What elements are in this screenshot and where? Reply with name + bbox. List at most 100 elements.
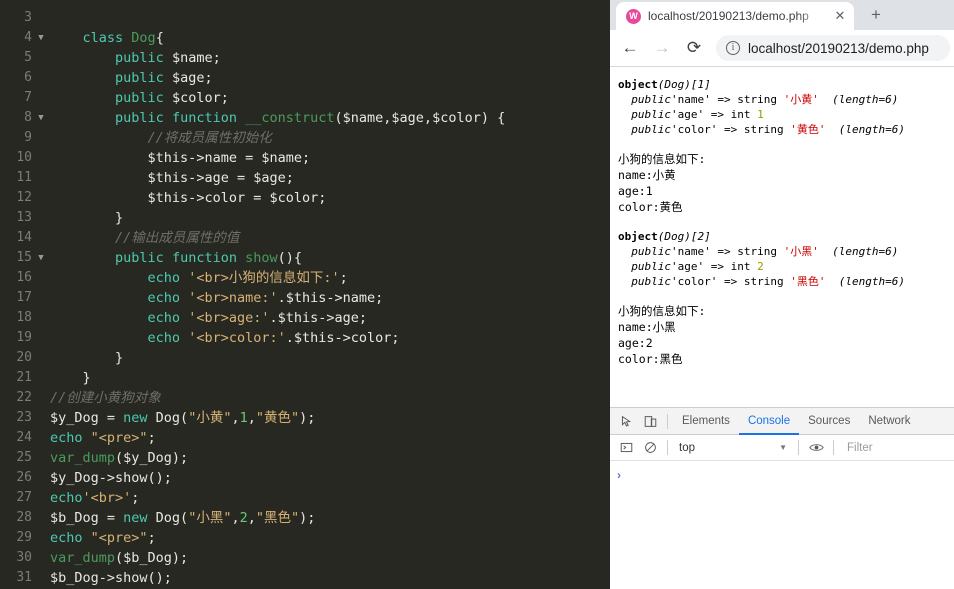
code-line[interactable]: 23 $y_Dog = new Dog("小黄",1,"黄色"); — [0, 408, 610, 428]
code-line[interactable]: 5 public $name; — [0, 48, 610, 68]
code-line[interactable]: 21 } — [0, 368, 610, 388]
code-line[interactable]: 15 ▼ public function show(){ — [0, 248, 610, 268]
code-line[interactable]: 16 echo '<br>小狗的信息如下:'; — [0, 268, 610, 288]
var-dump-block: object(Dog)[2] public'name' => string '小… — [618, 229, 948, 289]
line-number: 30 — [16, 550, 32, 565]
code-line[interactable]: 20 } — [0, 348, 610, 368]
code-line[interactable]: 28 $b_Dog = new Dog("小黑",2,"黑色"); — [0, 508, 610, 528]
code-line[interactable]: 26 $y_Dog->show(); — [0, 468, 610, 488]
tab-network[interactable]: Network — [859, 408, 919, 434]
code-line[interactable]: 27 echo'<br>'; — [0, 488, 610, 508]
close-icon[interactable]: ✕ — [832, 8, 848, 24]
code-line[interactable]: 22 //创建小黄狗对象 — [0, 388, 610, 408]
code-line[interactable]: 9 //将成员属性初始化 — [0, 128, 610, 148]
var-dump-property: public'age' => int 1 — [618, 107, 948, 122]
code-line[interactable]: 3 — [0, 8, 610, 28]
new-tab-button[interactable]: + — [862, 1, 890, 29]
prop-meta: (length=6) — [832, 245, 899, 258]
code-line[interactable]: 7 public $color; — [0, 88, 610, 108]
code-line[interactable]: 12 $this->color = $color; — [0, 188, 610, 208]
prop-type: string — [737, 245, 777, 258]
code-text: echo'<br>'; — [48, 488, 139, 508]
code-token: $b_Dog = — [50, 510, 124, 526]
code-token: $this->name = $name; — [147, 150, 311, 166]
code-line[interactable]: 24 echo "<pre>"; — [0, 428, 610, 448]
code-line[interactable]: 14 //输出成员属性的值 — [0, 228, 610, 248]
code-token: public — [115, 70, 164, 86]
code-line[interactable]: 6 public $age; — [0, 68, 610, 88]
page-info-icon[interactable]: i — [726, 41, 740, 55]
back-icon[interactable]: ← — [616, 34, 644, 62]
code-token: public — [115, 250, 164, 266]
code-token: new — [123, 410, 148, 426]
code-token: ; — [147, 530, 156, 546]
code-text: $this->color = $color; — [48, 188, 327, 208]
code-line[interactable]: 30 var_dump($b_Dog); — [0, 548, 610, 568]
code-line[interactable] — [0, 0, 610, 8]
code-token: Dog( — [147, 510, 189, 526]
console-sidebar-icon[interactable] — [614, 437, 638, 459]
console-output-area[interactable]: › — [610, 461, 954, 589]
fold-arrow-icon[interactable]: ▼ — [34, 248, 48, 268]
toggle-device-toolbar-icon[interactable] — [638, 410, 662, 432]
console-filter-input[interactable]: Filter — [839, 442, 873, 454]
code-line[interactable]: 13 } — [0, 208, 610, 228]
code-token: "小黄" — [188, 410, 232, 426]
inspect-element-icon[interactable] — [614, 410, 638, 432]
line-number: 7 — [24, 90, 32, 105]
forward-icon[interactable]: → — [648, 34, 676, 62]
code-token: Dog — [131, 30, 156, 46]
code-line[interactable]: 11 $this->age = $age; — [0, 168, 610, 188]
prop-arrow: => — [723, 123, 738, 136]
output-spacer — [618, 215, 948, 229]
code-line[interactable]: 4 ▼ class Dog{ — [0, 28, 610, 48]
code-line[interactable]: 31 $b_Dog->show(); — [0, 568, 610, 588]
code-token: .$this->color; — [285, 330, 400, 346]
line-number: 16 — [16, 270, 32, 285]
code-line[interactable]: 10 $this->name = $name; — [0, 148, 610, 168]
code-token: echo — [147, 290, 181, 306]
code-line[interactable]: 25 var_dump($y_Dog); — [0, 448, 610, 468]
browser-tab[interactable]: W localhost/20190213/demo.php ✕ — [616, 2, 854, 30]
no-entry-svg — [644, 442, 656, 453]
code-line[interactable]: 19 echo '<br>color:'.$this->color; — [0, 328, 610, 348]
code-token: '<br>color:' — [188, 330, 286, 346]
code-text: $y_Dog = new Dog("小黄",1,"黄色"); — [48, 408, 315, 428]
tab-sources[interactable]: Sources — [799, 408, 859, 434]
code-lines[interactable]: 3 4 ▼ class Dog{5 public $name; 6 public $a… — [0, 0, 610, 588]
prop-name: 'color' — [671, 123, 718, 136]
tab-elements[interactable]: Elements — [673, 408, 739, 434]
line-number — [0, 0, 34, 8]
clear-console-icon[interactable] — [638, 437, 662, 459]
code-line[interactable]: 29 echo "<pre>"; — [0, 528, 610, 548]
fold-arrow-icon[interactable]: ▼ — [34, 28, 48, 48]
code-token: } — [115, 350, 124, 366]
console-context-selector[interactable]: top ▼ — [673, 442, 793, 454]
browser-toolbar: ← → ⟳ i localhost/20190213/demo.php — [610, 30, 954, 66]
code-text: public function __construct($name,$age,$… — [48, 108, 505, 128]
code-token: $this->color = $color; — [147, 190, 327, 206]
code-editor-pane[interactable]: 3 4 ▼ class Dog{5 public $name; 6 public $a… — [0, 0, 610, 589]
console-settings-eye-icon[interactable] — [804, 437, 828, 459]
code-token: echo — [50, 530, 83, 546]
code-line[interactable]: 8 ▼ public function __construct($name,$ag… — [0, 108, 610, 128]
code-line[interactable]: 18 echo '<br>age:'.$this->age; — [0, 308, 610, 328]
show-color: color:黑色 — [618, 352, 683, 366]
code-token: "小黑" — [188, 510, 232, 526]
reload-icon[interactable]: ⟳ — [680, 34, 708, 62]
code-token: Dog( — [147, 410, 189, 426]
line-number: 25 — [16, 450, 32, 465]
prop-value: '黄色' — [790, 123, 826, 136]
tab-console[interactable]: Console — [738, 408, 800, 435]
fold-arrow-icon[interactable]: ▼ — [34, 108, 48, 128]
code-line[interactable]: 17 echo '<br>name:'.$this->name; — [0, 288, 610, 308]
code-text: echo '<br>age:'.$this->age; — [48, 308, 367, 328]
prop-name: 'color' — [671, 275, 718, 288]
address-bar[interactable]: i localhost/20190213/demo.php — [716, 35, 950, 61]
